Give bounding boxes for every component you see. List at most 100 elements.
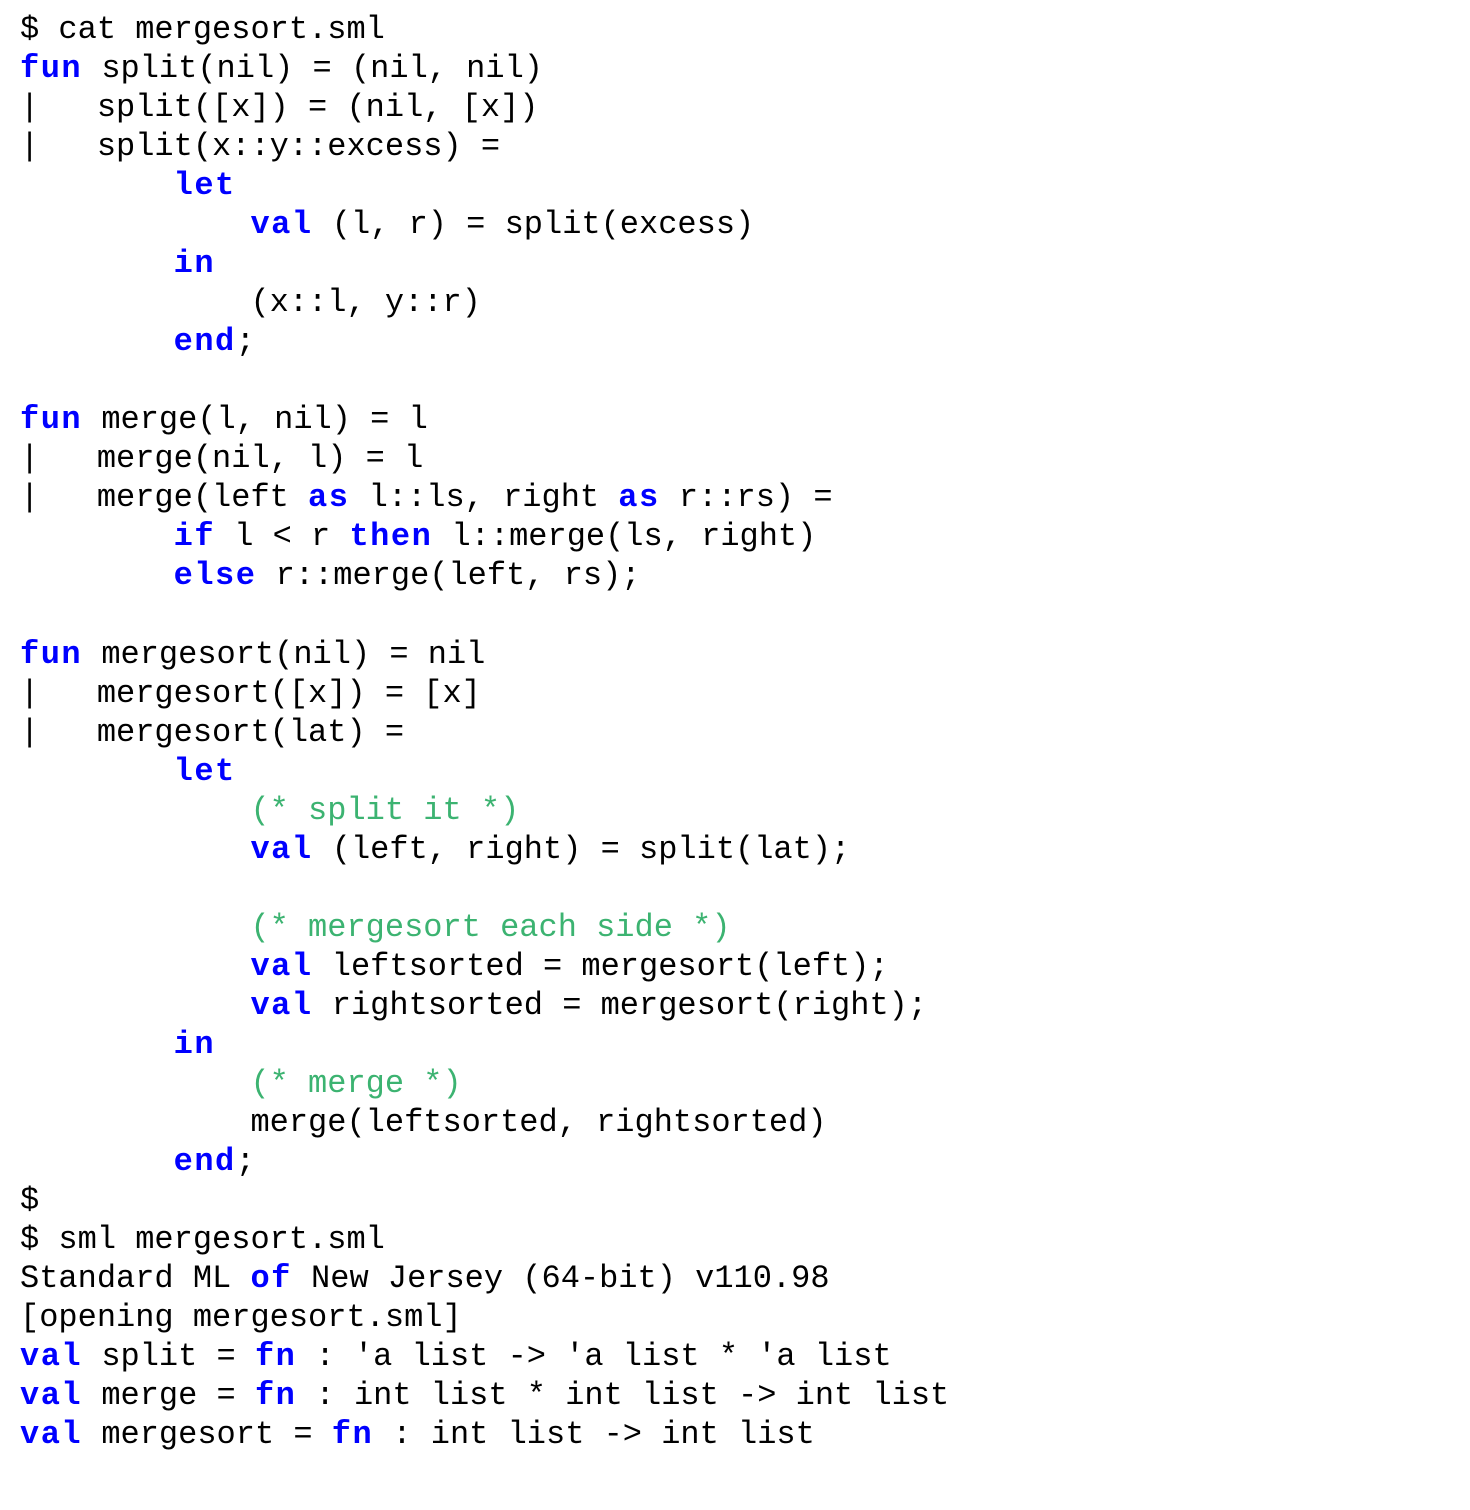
text-token: l < r bbox=[215, 518, 349, 555]
text-token bbox=[20, 323, 174, 360]
code-line bbox=[20, 595, 1450, 634]
text-token bbox=[20, 518, 174, 555]
code-line: val (left, right) = split(lat); bbox=[20, 830, 1450, 869]
text-token: | mergesort([x]) = [x] bbox=[20, 675, 481, 712]
code-line: [opening mergesort.sml] bbox=[20, 1298, 1450, 1337]
code-line bbox=[20, 361, 1450, 400]
code-line: let bbox=[20, 166, 1450, 205]
text-token: $ bbox=[20, 1182, 39, 1219]
code-line: | split([x]) = (nil, [x]) bbox=[20, 88, 1450, 127]
code-line: end; bbox=[20, 322, 1450, 361]
comment-token: (* split it *) bbox=[250, 792, 519, 829]
keyword-token: val bbox=[250, 987, 312, 1024]
text-token: | merge(left bbox=[20, 479, 308, 516]
code-line: $ cat mergesort.sml bbox=[20, 10, 1450, 49]
keyword-token: end bbox=[174, 323, 236, 360]
text-token bbox=[20, 1143, 174, 1180]
text-token: : int list * int list -> int list bbox=[296, 1377, 949, 1414]
code-line: else r::merge(left, rs); bbox=[20, 556, 1450, 595]
keyword-token: fun bbox=[20, 636, 82, 673]
keyword-token: val bbox=[20, 1338, 82, 1375]
keyword-token: fn bbox=[255, 1338, 296, 1375]
text-token bbox=[20, 245, 174, 282]
keyword-token: else bbox=[174, 557, 257, 594]
code-line: fun mergesort(nil) = nil bbox=[20, 635, 1450, 674]
text-token: split(nil) = (nil, nil) bbox=[82, 50, 543, 87]
code-line: | mergesort(lat) = bbox=[20, 713, 1450, 752]
keyword-token: then bbox=[349, 518, 432, 555]
code-listing: $ cat mergesort.smlfun split(nil) = (nil… bbox=[0, 0, 1470, 1510]
keyword-token: as bbox=[618, 479, 659, 516]
text-token: mergesort = bbox=[82, 1416, 332, 1453]
text-token: split = bbox=[82, 1338, 255, 1375]
keyword-token: end bbox=[174, 1143, 236, 1180]
keyword-token: fun bbox=[20, 50, 82, 87]
text-token: : 'a list -> 'a list * 'a list bbox=[296, 1338, 891, 1375]
code-line: (* merge *) bbox=[20, 1064, 1450, 1103]
text-token bbox=[20, 1026, 174, 1063]
text-token: | split([x]) = (nil, [x]) bbox=[20, 89, 538, 126]
keyword-token: val bbox=[250, 206, 312, 243]
code-line: val merge = fn : int list * int list -> … bbox=[20, 1376, 1450, 1415]
text-token bbox=[20, 948, 250, 985]
text-token: $ cat mergesort.sml bbox=[20, 11, 385, 48]
keyword-token: val bbox=[250, 831, 312, 868]
keyword-token: fn bbox=[332, 1416, 373, 1453]
text-token bbox=[20, 1065, 250, 1102]
code-line: val leftsorted = mergesort(left); bbox=[20, 947, 1450, 986]
text-token bbox=[20, 909, 250, 946]
code-line: | merge(left as l::ls, right as r::rs) = bbox=[20, 478, 1450, 517]
keyword-token: fn bbox=[255, 1377, 296, 1414]
code-line: end; bbox=[20, 1142, 1450, 1181]
text-token: (left, right) = split(lat); bbox=[313, 831, 851, 868]
code-line: $ sml mergesort.sml bbox=[20, 1220, 1450, 1259]
code-line: $ bbox=[20, 1181, 1450, 1220]
code-line: val split = fn : 'a list -> 'a list * 'a… bbox=[20, 1337, 1450, 1376]
text-token: ; bbox=[236, 323, 255, 360]
keyword-token: of bbox=[250, 1260, 291, 1297]
text-token: merge(l, nil) = l bbox=[82, 401, 428, 438]
code-line: (x::l, y::r) bbox=[20, 283, 1450, 322]
code-line: if l < r then l::merge(ls, right) bbox=[20, 517, 1450, 556]
code-line: val rightsorted = mergesort(right); bbox=[20, 986, 1450, 1025]
keyword-token: let bbox=[174, 753, 236, 790]
text-token bbox=[20, 987, 250, 1024]
text-token bbox=[20, 206, 250, 243]
code-line: in bbox=[20, 244, 1450, 283]
code-line: (* split it *) bbox=[20, 791, 1450, 830]
text-token: : int list -> int list bbox=[373, 1416, 815, 1453]
keyword-token: let bbox=[174, 167, 236, 204]
text-token: New Jersey (64-bit) v110.98 bbox=[292, 1260, 830, 1297]
text-token: (l, r) = split(excess) bbox=[313, 206, 755, 243]
keyword-token: in bbox=[174, 245, 215, 282]
code-line: merge(leftsorted, rightsorted) bbox=[20, 1103, 1450, 1142]
text-token: leftsorted = mergesort(left); bbox=[313, 948, 889, 985]
code-line: val mergesort = fn : int list -> int lis… bbox=[20, 1415, 1450, 1454]
text-token: $ sml mergesort.sml bbox=[20, 1221, 385, 1258]
code-line: fun merge(l, nil) = l bbox=[20, 400, 1450, 439]
text-token: ; bbox=[236, 1143, 255, 1180]
keyword-token: val bbox=[250, 948, 312, 985]
text-token: (x::l, y::r) bbox=[20, 284, 481, 321]
keyword-token: fun bbox=[20, 401, 82, 438]
keyword-token: in bbox=[174, 1026, 215, 1063]
text-token bbox=[20, 557, 174, 594]
text-token bbox=[20, 167, 174, 204]
text-token: | mergesort(lat) = bbox=[20, 714, 404, 751]
code-line bbox=[20, 869, 1450, 908]
text-token bbox=[20, 792, 250, 829]
text-token: | merge(nil, l) = l bbox=[20, 440, 423, 477]
text-token: merge(leftsorted, rightsorted) bbox=[20, 1104, 827, 1141]
code-line: in bbox=[20, 1025, 1450, 1064]
text-token: l::ls, right bbox=[349, 479, 618, 516]
text-token: rightsorted = mergesort(right); bbox=[313, 987, 928, 1024]
text-token: mergesort(nil) = nil bbox=[82, 636, 485, 673]
comment-token: (* mergesort each side *) bbox=[250, 909, 730, 946]
code-line: | mergesort([x]) = [x] bbox=[20, 674, 1450, 713]
text-token: merge = bbox=[82, 1377, 255, 1414]
text-token: | split(x::y::excess) = bbox=[20, 128, 500, 165]
code-line: val (l, r) = split(excess) bbox=[20, 205, 1450, 244]
code-line: (* mergesort each side *) bbox=[20, 908, 1450, 947]
text-token bbox=[20, 753, 174, 790]
text-token: r::rs) = bbox=[660, 479, 833, 516]
